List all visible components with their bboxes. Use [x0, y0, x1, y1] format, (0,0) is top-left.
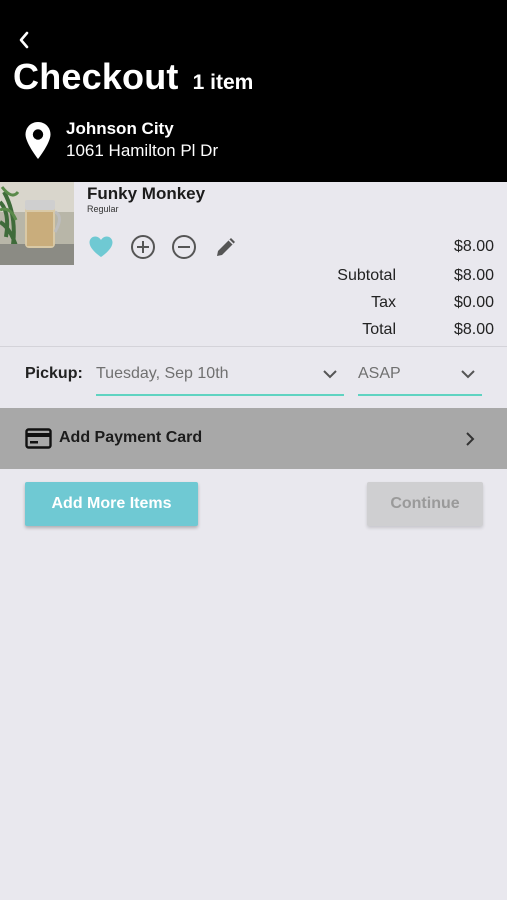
item-name: Funky Monkey [87, 184, 206, 203]
edit-item-button[interactable] [211, 232, 241, 262]
pickup-label: Pickup: [25, 365, 83, 382]
tax-label: Tax [371, 294, 396, 311]
back-button[interactable] [10, 26, 38, 54]
chevron-right-icon [466, 432, 475, 446]
add-more-items-button[interactable]: Add More Items [25, 482, 198, 526]
pickup-date-value: Tuesday, Sep 10th [96, 365, 229, 382]
page-title: Checkout [13, 56, 179, 97]
item-count: 1 item [192, 71, 254, 94]
back-chevron-icon [19, 31, 29, 49]
item-price: $8.00 [453, 238, 494, 255]
location-address: 1061 Hamilton Pl Dr [66, 141, 219, 160]
item-details: Funky Monkey Regular $8.00 [74, 182, 507, 265]
total-label: Total [362, 321, 396, 338]
heart-icon [89, 236, 113, 257]
title-row: Checkout 1 item [13, 56, 253, 98]
payment-label: Add Payment Card [59, 429, 203, 446]
pickup-time-select[interactable]: ASAP [358, 356, 482, 396]
increase-quantity-button[interactable] [128, 232, 158, 262]
minus-circle-icon [172, 235, 196, 259]
continue-button[interactable]: Continue [367, 482, 483, 526]
divider [0, 346, 507, 347]
plus-circle-icon [131, 235, 155, 259]
location-name: Johnson City [66, 119, 174, 138]
subtotal-value: $8.00 [453, 267, 494, 284]
subtotal-label: Subtotal [337, 267, 396, 284]
total-value: $8.00 [453, 321, 494, 338]
add-payment-card-button[interactable]: Add Payment Card [0, 408, 507, 469]
tax-value: $0.00 [453, 294, 494, 311]
item-thumbnail [0, 182, 74, 265]
location-pin-icon [25, 122, 51, 159]
pickup-date-select[interactable]: Tuesday, Sep 10th [96, 356, 344, 396]
credit-card-icon [25, 428, 52, 449]
checkout-header: Checkout 1 item Johnson City 1061 Hamilt… [0, 0, 507, 182]
pencil-icon [217, 238, 235, 256]
pickup-time-value: ASAP [358, 365, 401, 382]
item-variant: Regular [87, 204, 119, 214]
decrease-quantity-button[interactable] [169, 232, 199, 262]
chevron-down-icon [323, 370, 337, 379]
cart-item: Funky Monkey Regular $8.00 [0, 182, 507, 265]
favorite-button[interactable] [86, 232, 116, 262]
chevron-down-icon [461, 370, 475, 379]
